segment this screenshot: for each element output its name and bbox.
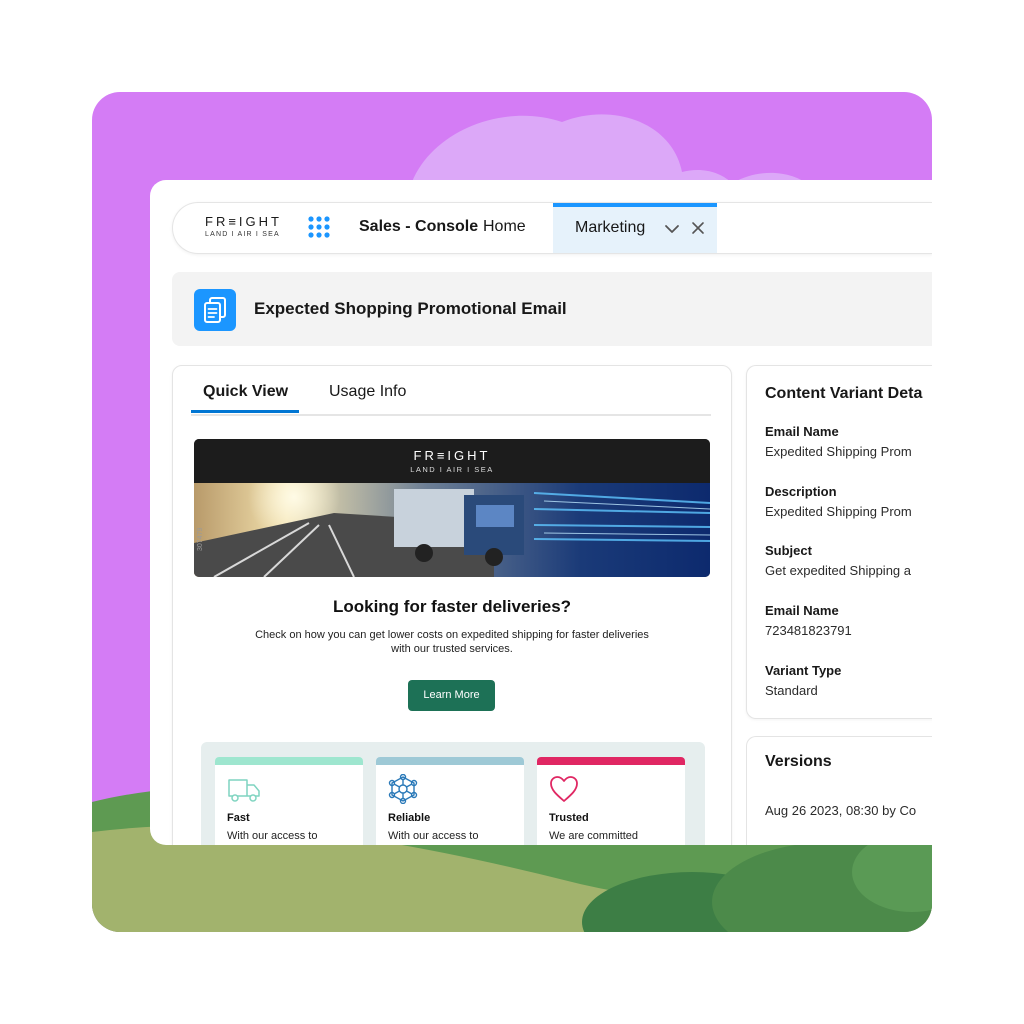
content-variant-details-card: Content Variant Deta Email Name Expedite… bbox=[746, 365, 932, 719]
email-header-banner: FR≡IGHT LAND I AIR I SEA bbox=[194, 439, 710, 483]
background-scene: FR≡IGHT LAND I AIR I SEA Sales - Console… bbox=[92, 92, 932, 932]
field-value: 723481823791 bbox=[765, 623, 852, 638]
app-launcher-icon[interactable] bbox=[307, 215, 331, 239]
feature-description: With our access to bbox=[227, 830, 318, 842]
feature-bar bbox=[376, 757, 524, 765]
preview-tabs: Quick View Usage Info bbox=[191, 366, 711, 416]
email-hero-image: FR≡IGHT LAND I AIR I SEA 307479 bbox=[194, 439, 710, 577]
heart-icon bbox=[550, 776, 578, 802]
image-code: 307479 bbox=[197, 527, 204, 551]
tab-label: Marketing bbox=[575, 219, 646, 236]
field-description: Description Expedited Shipping Prom bbox=[765, 484, 912, 519]
feature-card-trusted: Trusted We are committed bbox=[537, 757, 685, 845]
tab-marketing[interactable]: Marketing bbox=[553, 203, 717, 253]
field-email-id: Email Name 723481823791 bbox=[765, 603, 852, 638]
global-nav-bar: FR≡IGHT LAND I AIR I SEA Sales - Console… bbox=[172, 202, 932, 254]
feature-title: Trusted bbox=[549, 812, 589, 824]
network-icon bbox=[388, 774, 418, 804]
field-value: Standard bbox=[765, 683, 818, 698]
truck-photo bbox=[194, 483, 710, 577]
field-value: Expedited Shipping Prom bbox=[765, 444, 912, 459]
details-title: Content Variant Deta bbox=[765, 385, 923, 402]
record-header: Expected Shopping Promotional Email bbox=[172, 272, 932, 346]
active-tab-indicator bbox=[191, 410, 299, 413]
logo-subtitle: LAND I AIR I SEA bbox=[205, 231, 280, 238]
brand-logo: FR≡IGHT LAND I AIR I SEA bbox=[205, 214, 285, 239]
feature-title: Reliable bbox=[388, 812, 431, 824]
field-value: Get expedited Shipping a bbox=[765, 563, 911, 578]
app-name: Sales - Console bbox=[359, 218, 479, 235]
feature-title: Fast bbox=[227, 812, 250, 824]
feature-card-fast: Fast With our access to bbox=[215, 757, 363, 845]
field-value: Expedited Shipping Prom bbox=[765, 504, 912, 519]
email-headline: Looking for faster deliveries? bbox=[332, 597, 572, 616]
page-title: Expected Shopping Promotional Email bbox=[254, 299, 567, 318]
field-label: Variant Type bbox=[765, 663, 842, 678]
logo-word: FR≡IGHT bbox=[205, 214, 282, 229]
feature-section: Fast With our access to Reliable With ou… bbox=[201, 742, 705, 845]
versions-title: Versions bbox=[765, 753, 832, 770]
truck-icon bbox=[228, 779, 260, 802]
field-email-name: Email Name Expedited Shipping Prom bbox=[765, 424, 912, 459]
field-label: Email Name bbox=[765, 424, 839, 439]
version-item[interactable]: Aug 26 2023, 08:30 by Co bbox=[765, 803, 916, 818]
feature-description: With our access to bbox=[388, 830, 479, 842]
email-logo-word: FR≡IGHT bbox=[413, 448, 491, 463]
nav-item-home[interactable]: Home bbox=[483, 218, 526, 236]
versions-card: Versions Aug 26 2023, 08:30 by Co bbox=[746, 736, 932, 845]
field-label: Description bbox=[765, 484, 837, 499]
feature-bar bbox=[215, 757, 363, 765]
field-variant-type: Variant Type Standard bbox=[765, 663, 841, 698]
tab-quick-view[interactable]: Quick View bbox=[203, 383, 288, 401]
tab-usage-info[interactable]: Usage Info bbox=[329, 383, 406, 401]
email-logo-subtitle: LAND I AIR I SEA bbox=[410, 465, 494, 474]
app-window: FR≡IGHT LAND I AIR I SEA Sales - Console… bbox=[150, 180, 932, 845]
email-body: Check on how you can get lower costs on … bbox=[255, 629, 649, 655]
field-label: Email Name bbox=[765, 603, 839, 618]
feature-bar bbox=[537, 757, 685, 765]
preview-card: Quick View Usage Info FR≡IGHT LAND I AIR… bbox=[172, 365, 732, 845]
email-content-icon bbox=[194, 289, 236, 331]
feature-card-reliable: Reliable With our access to bbox=[376, 757, 524, 845]
field-subject: Subject Get expedited Shipping a bbox=[765, 543, 911, 578]
chevron-down-icon[interactable] bbox=[664, 221, 680, 237]
field-label: Subject bbox=[765, 543, 812, 558]
close-icon[interactable] bbox=[691, 221, 705, 235]
learn-more-button[interactable]: Learn More bbox=[408, 680, 495, 711]
feature-description: We are committed bbox=[549, 830, 639, 842]
